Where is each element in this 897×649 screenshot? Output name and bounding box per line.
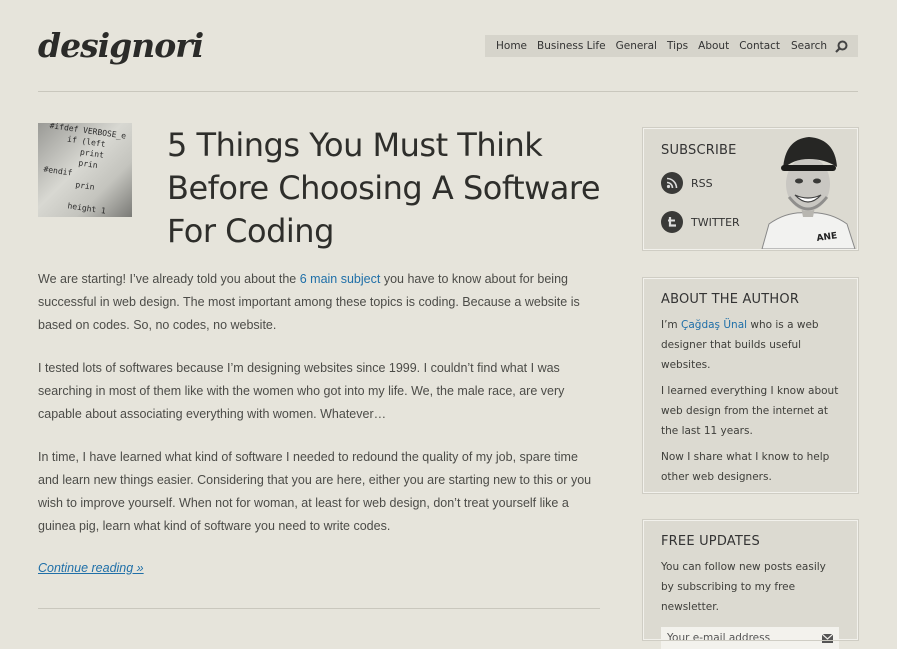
post-thumbnail[interactable]: #ifdef VERBOSE_e if (left print prin #en… [38,123,132,217]
main-subject-link[interactable]: 6 main subject [300,272,381,286]
header-divider [38,91,858,92]
twitter-link[interactable]: TWITTER [661,211,740,233]
nav-general[interactable]: General [611,40,662,52]
post-divider [38,608,600,609]
post-excerpt: We are starting! I’ve already told you a… [38,268,600,558]
nav-business-life[interactable]: Business Life [532,40,611,52]
email-placeholder[interactable]: Your e-mail address [667,632,770,644]
main-nav: Home Business Life General Tips About Co… [485,35,792,57]
nav-tips[interactable]: Tips [662,40,693,52]
continue-reading-link[interactable]: Continue reading » [38,561,144,575]
nav-home[interactable]: Home [491,40,532,52]
author-name-link[interactable]: Çağdaş Ünal [681,319,747,331]
about-author-box: ABOUT THE AUTHOR I’m Çağdaş Ünal who is … [642,277,859,494]
paragraph-1: We are starting! I’ve already told you a… [38,272,580,332]
search-icon[interactable] [835,40,848,53]
rss-label[interactable]: RSS [691,177,713,190]
paragraph-2: I tested lots of softwares because I’m d… [38,361,565,421]
rss-link[interactable]: RSS [661,172,713,194]
author-photo: ANE [757,129,857,249]
site-logo[interactable]: designori [38,26,204,65]
nav-about[interactable]: About [693,40,734,52]
author-p3: Now I share what I know to help other we… [661,451,830,483]
twitter-icon [661,211,683,233]
search-box[interactable]: Search [780,35,858,57]
twitter-label[interactable]: TWITTER [691,216,740,229]
author-p2: I learned everything I know about web de… [661,385,839,437]
search-label[interactable]: Search [791,40,827,52]
nav-contact[interactable]: Contact [734,40,785,52]
subscribe-title: SUBSCRIBE [661,143,737,158]
envelope-icon[interactable] [822,633,833,643]
free-updates-text: You can follow new posts easily by subsc… [661,561,826,613]
rss-icon [661,172,683,194]
free-updates-box: FREE UPDATES You can follow new posts ea… [642,519,859,649]
about-author-title: ABOUT THE AUTHOR [661,292,800,307]
subscribe-box: SUBSCRIBE RSS TWITTER ANE [642,127,859,251]
paragraph-3: In time, I have learned what kind of sof… [38,450,592,533]
free-updates-title: FREE UPDATES [661,534,760,549]
author-p1: I’m Çağdaş Ünal who is a web designer th… [661,319,819,371]
post-title[interactable]: 5 Things You Must Think Before Choosing … [167,124,607,253]
email-field[interactable]: Your e-mail address [661,627,839,649]
code-image: #ifdef VERBOSE_e if (left print prin #en… [38,123,127,216]
